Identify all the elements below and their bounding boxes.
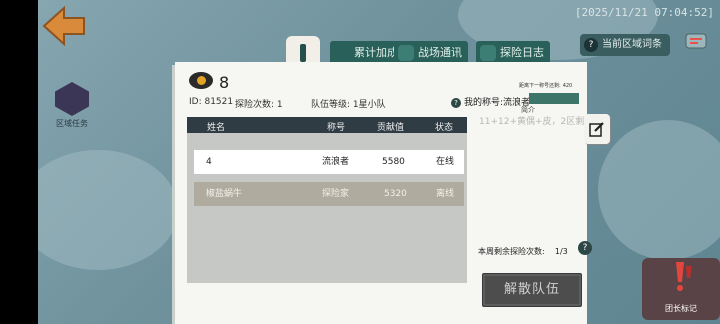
next-title-text: 距离下一称号还剩: (519, 83, 561, 89)
edit-intro-button[interactable] (584, 114, 610, 144)
disband-team-button[interactable]: 解散队伍 (482, 273, 582, 307)
weekly-remaining: 本周剩余探险次数: 1/3 (478, 246, 568, 257)
member-title: 探险家 (322, 189, 350, 199)
next-title-points: 420 (562, 83, 573, 89)
map-icon[interactable] (684, 30, 708, 52)
current-area-button[interactable]: ? 当前区域词条 (580, 34, 670, 56)
table-row[interactable]: 椒盐蜗牛 探险家 5320 离线 (194, 182, 464, 206)
region-task-button[interactable]: 区域任务 (50, 82, 94, 129)
member-contribution: 5580 (382, 157, 405, 167)
question-icon[interactable]: ? (451, 97, 461, 108)
team-level: 队伍等级: 1星小队 (311, 100, 386, 110)
eye-icon (189, 72, 213, 89)
leader-mark-label: 团长标记 (665, 304, 697, 313)
explore-count: 探险次数: 1 (235, 100, 283, 110)
table-row[interactable]: 4 流浪者 5580 在线 (194, 150, 464, 174)
eye-count: 8 (219, 73, 230, 92)
leader-mark-icon (676, 262, 692, 291)
member-table-header: 姓名 称号 贡献值 状态 (187, 117, 467, 133)
question-icon[interactable]: ? (578, 241, 592, 255)
member-contribution: 5320 (384, 189, 407, 199)
region-task-label: 区域任务 (56, 119, 88, 128)
col-name: 姓名 (207, 123, 226, 133)
nickname: ? 我的称号:流浪者 (451, 95, 530, 108)
current-area-label: 当前区域词条 (602, 39, 662, 50)
member-name: 椒盐蜗牛 (206, 189, 243, 199)
nickname-progress (529, 93, 579, 104)
intro-text: 11+12+黄偶+皮，2区剩 (479, 117, 585, 127)
col-title: 称号 (327, 123, 346, 133)
weekly-text: 本周剩余探险次数: (478, 247, 545, 256)
question-icon: ? (584, 38, 598, 52)
leader-mark-button[interactable]: 团长标记 (642, 258, 720, 320)
weekly-value: 1/3 (554, 247, 568, 256)
col-status: 状态 (435, 123, 454, 133)
member-title: 流浪者 (322, 157, 350, 167)
next-title-info: 距离下一称号还剩: 420 (519, 82, 572, 89)
back-arrow-icon[interactable] (40, 6, 88, 46)
tab-label: 战场通讯 (418, 46, 462, 59)
info-icon (300, 44, 306, 62)
member-name: 4 (206, 157, 212, 167)
tab-label: 累计加成 (354, 46, 398, 59)
chat-icon (398, 45, 414, 61)
chat-icon (480, 45, 496, 61)
tab-label: 探险日志 (500, 46, 544, 59)
member-status: 离线 (436, 189, 455, 199)
timestamp: [2025/11/21 07:04:52] (574, 6, 714, 19)
team-id: ID: 81521 (189, 97, 234, 107)
col-contribution: 贡献值 (377, 123, 405, 133)
edit-icon (589, 122, 604, 137)
member-status: 在线 (436, 157, 455, 167)
region-task-icon (55, 82, 89, 116)
